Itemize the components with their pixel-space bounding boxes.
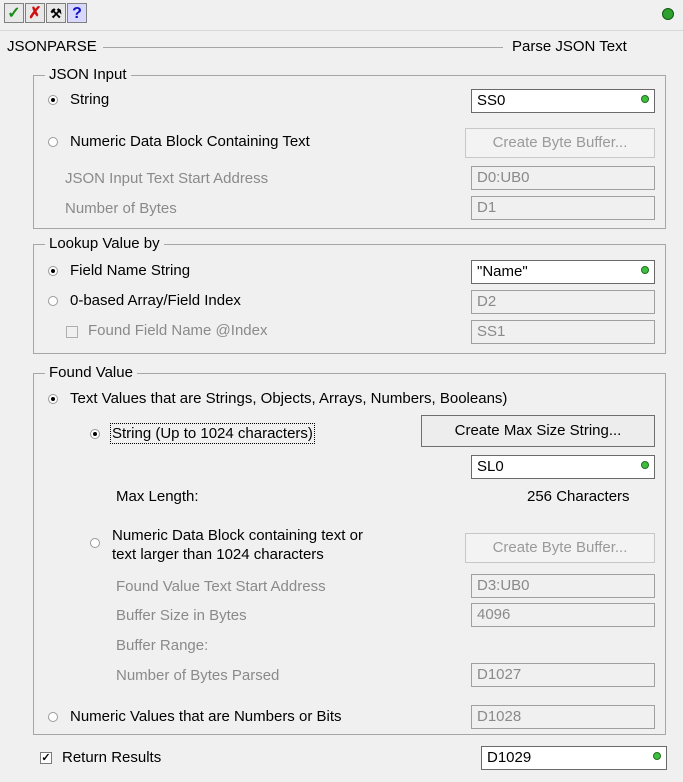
valid-dot-icon (641, 95, 649, 103)
lookup-index-radio[interactable] (48, 296, 58, 306)
input-start-address-field[interactable]: D0:UB0 (471, 166, 655, 190)
found-string-value: SL0 (477, 458, 504, 475)
return-results-field[interactable]: D1029 (481, 746, 667, 770)
buffer-range-label: Buffer Range: (116, 637, 209, 654)
buffer-size-field[interactable]: 4096 (471, 603, 655, 627)
found-string-field[interactable]: SL0 (471, 455, 655, 479)
lookup-index-label[interactable]: 0-based Array/Field Index (70, 292, 241, 309)
found-field-name-checkbox[interactable] (66, 326, 78, 338)
jsonparse-dialog: ✓ ✗ ⚒ ? JSONPARSE Parse JSON Text JSON I… (0, 0, 683, 782)
valid-dot-icon (641, 461, 649, 469)
bytes-parsed-label: Number of Bytes Parsed (116, 667, 280, 684)
json-input-title: JSON Input (45, 66, 131, 83)
numeric-values-field[interactable]: D1028 (471, 705, 655, 729)
help-icon[interactable]: ? (67, 3, 87, 23)
max-length-value: 256 Characters (527, 488, 630, 505)
header-divider (103, 47, 503, 48)
lookup-field-name-field[interactable]: "Name" (471, 260, 655, 284)
found-create-byte-buffer-button[interactable]: Create Byte Buffer... (465, 533, 655, 563)
found-field-name-label[interactable]: Found Field Name @Index (88, 322, 267, 339)
input-start-address-label: JSON Input Text Start Address (65, 170, 269, 187)
input-numeric-radio[interactable] (48, 137, 58, 147)
found-field-name-field[interactable]: SS1 (471, 320, 655, 344)
found-start-address-field[interactable]: D3:UB0 (471, 574, 655, 598)
lookup-index-field[interactable]: D2 (471, 290, 655, 314)
valid-dot-icon (653, 752, 661, 760)
instruction-name: JSONPARSE (7, 38, 97, 55)
buffer-size-label: Buffer Size in Bytes (116, 607, 247, 624)
found-string-label[interactable]: String (Up to 1024 characters) (110, 423, 315, 444)
input-string-label[interactable]: String (70, 91, 109, 108)
instruction-description: Parse JSON Text (512, 38, 627, 55)
found-numeric-block-radio[interactable] (90, 538, 100, 548)
return-results-value: D1029 (487, 749, 532, 766)
return-results-label[interactable]: Return Results (62, 749, 161, 766)
max-length-label: Max Length: (116, 488, 199, 505)
cancel-icon[interactable]: ✗ (25, 3, 45, 23)
tool-icon[interactable]: ⚒ (46, 3, 66, 23)
numeric-values-radio[interactable] (48, 712, 58, 722)
accept-icon[interactable]: ✓ (4, 3, 24, 23)
bytes-parsed-field[interactable]: D1027 (471, 663, 655, 687)
found-numeric-block-label-1[interactable]: Numeric Data Block containing text or (112, 527, 363, 544)
input-string-field[interactable]: SS0 (471, 89, 655, 113)
lookup-field-name-label[interactable]: Field Name String (70, 262, 190, 279)
input-string-radio[interactable] (48, 95, 58, 105)
input-string-value: SS0 (477, 92, 506, 109)
input-num-bytes-label: Number of Bytes (65, 200, 177, 217)
input-numeric-label[interactable]: Numeric Data Block Containing Text (70, 133, 310, 150)
found-value-title: Found Value (45, 364, 137, 381)
text-values-label[interactable]: Text Values that are Strings, Objects, A… (70, 390, 507, 407)
found-start-address-label: Found Value Text Start Address (116, 578, 326, 595)
found-numeric-block-label-2[interactable]: text larger than 1024 characters (112, 546, 324, 563)
toolbar: ✓ ✗ ⚒ ? (0, 0, 683, 31)
text-values-radio[interactable] (48, 394, 58, 404)
lookup-title: Lookup Value by (45, 235, 164, 252)
return-results-checkbox[interactable]: ✓ (40, 752, 52, 764)
found-string-radio[interactable] (90, 429, 100, 439)
input-create-byte-buffer-button[interactable]: Create Byte Buffer... (465, 128, 655, 158)
create-max-size-string-button[interactable]: Create Max Size String... (421, 415, 655, 447)
numeric-values-label[interactable]: Numeric Values that are Numbers or Bits (70, 708, 342, 725)
lookup-field-name-value: "Name" (477, 263, 528, 280)
input-num-bytes-field[interactable]: D1 (471, 196, 655, 220)
status-led-icon (662, 8, 674, 20)
valid-dot-icon (641, 266, 649, 274)
lookup-field-name-radio[interactable] (48, 266, 58, 276)
